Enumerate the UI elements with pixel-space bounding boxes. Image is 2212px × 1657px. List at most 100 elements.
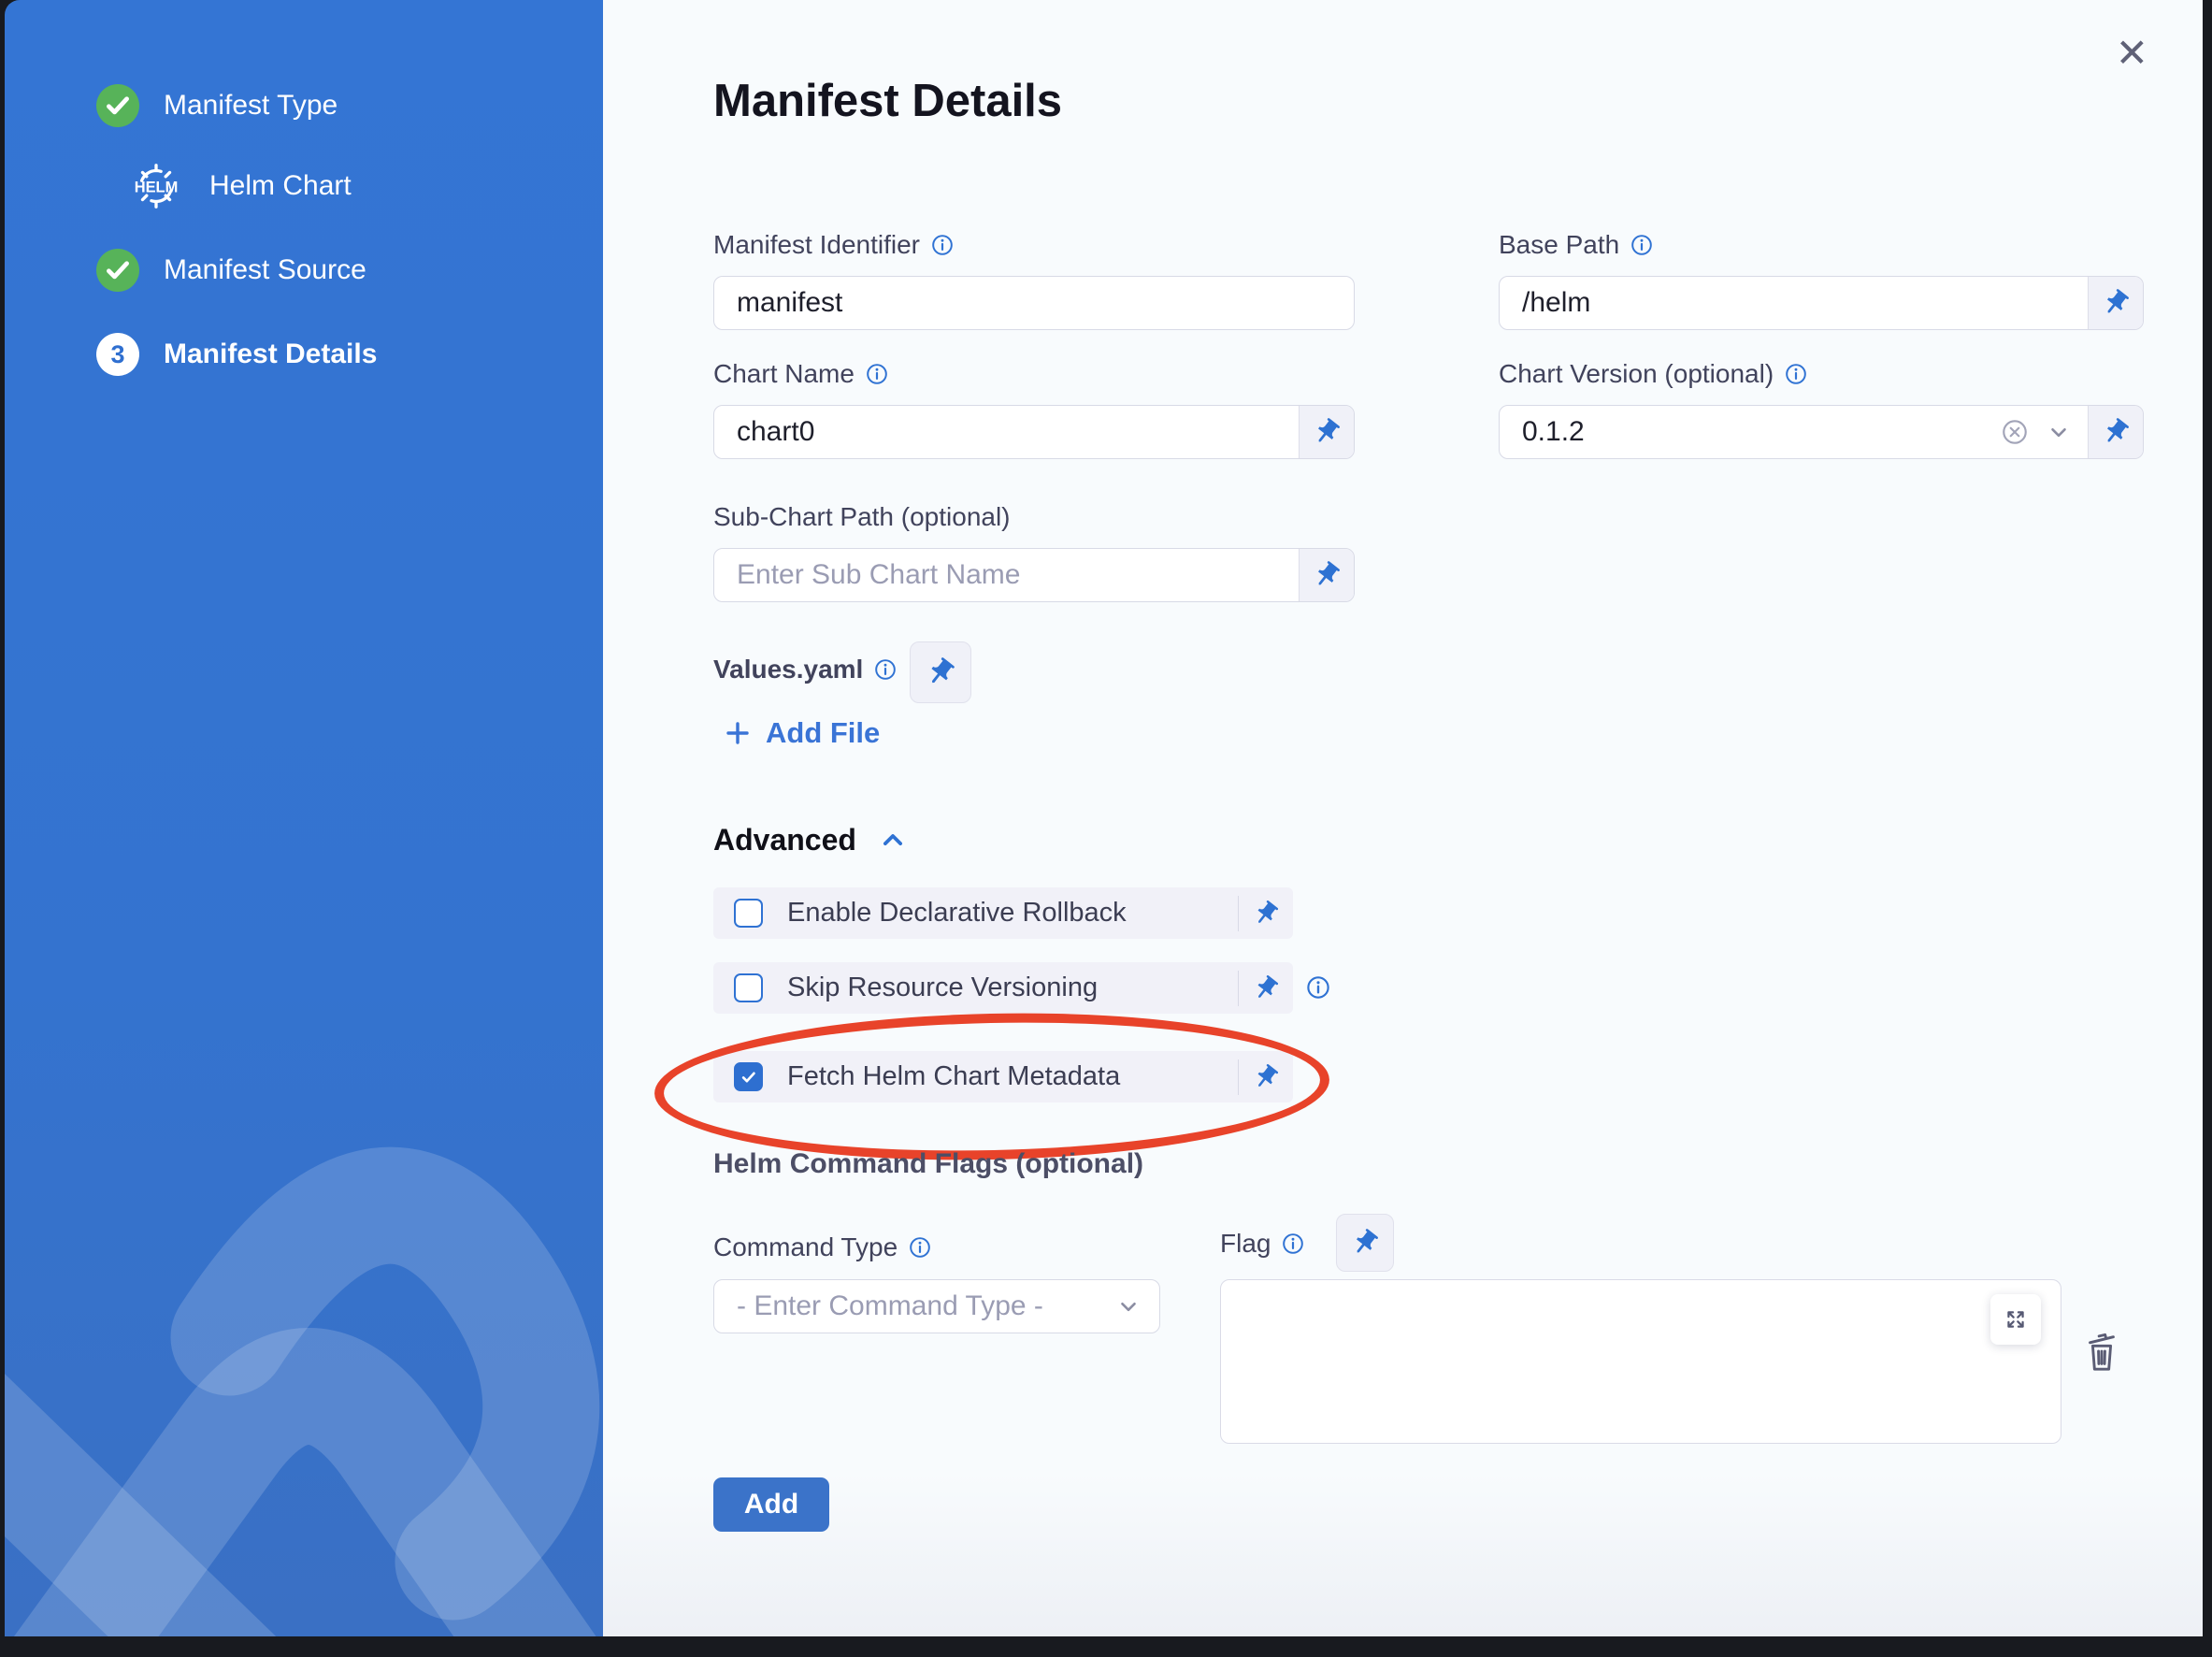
rollback-pin-button[interactable]	[1239, 900, 1293, 928]
label-text: Base Path	[1499, 230, 1619, 260]
base-path-field	[1499, 276, 2144, 330]
skip-resource-versioning-row: Skip Resource Versioning	[713, 962, 1293, 1014]
command-type-select[interactable]: - Enter Command Type -	[713, 1279, 1160, 1333]
pin-icon	[1252, 900, 1280, 928]
chart-version-pin-button[interactable]	[2088, 406, 2143, 458]
label-text: Chart Name	[713, 359, 855, 389]
skip-resource-versioning-checkbox[interactable]	[734, 973, 763, 1002]
helm-wheel-icon: HELM	[127, 157, 185, 215]
chevron-down-icon[interactable]	[2047, 420, 2071, 444]
pin-icon	[1312, 560, 1342, 590]
checkbox-label: Fetch Helm Chart Metadata	[787, 1061, 1120, 1092]
add-button[interactable]: Add	[713, 1477, 829, 1532]
check-icon	[740, 1068, 758, 1087]
info-icon[interactable]	[1282, 1232, 1304, 1255]
step-number-badge: 3	[96, 333, 139, 376]
label-text: Sub-Chart Path (optional)	[713, 502, 1011, 532]
flag-label: Flag	[1220, 1229, 1304, 1259]
flag-pin-button[interactable]	[1336, 1214, 1394, 1272]
chevron-down-icon	[1116, 1294, 1141, 1318]
pin-icon	[2101, 417, 2131, 447]
wizard-sidebar: Manifest Type HELM Helm Chart	[5, 0, 603, 1636]
sidebar-step-label: Manifest Source	[164, 254, 366, 286]
pin-icon	[1252, 974, 1280, 1002]
info-icon[interactable]	[866, 363, 888, 385]
label-text: Chart Version (optional)	[1499, 359, 1774, 389]
pin-icon	[2101, 288, 2131, 318]
chart-version-input[interactable]	[1500, 406, 1983, 458]
sub-chart-path-label: Sub-Chart Path (optional)	[713, 502, 1011, 532]
fetch-helm-chart-metadata-checkbox[interactable]	[734, 1062, 763, 1091]
check-circle-icon	[96, 249, 139, 292]
screenshot-frame: Manifest Type HELM Helm Chart	[0, 0, 2212, 1657]
check-circle-icon	[96, 84, 139, 127]
info-icon[interactable]	[909, 1236, 931, 1259]
add-file-button[interactable]: Add File	[725, 716, 880, 750]
helm-command-flags-label: Helm Command Flags (optional)	[713, 1148, 1143, 1180]
sidebar-step-manifest-type[interactable]: Manifest Type	[96, 84, 338, 127]
sidebar-item-label: Helm Chart	[209, 170, 352, 202]
label-text: Manifest Identifier	[713, 230, 920, 260]
sidebar-step-manifest-source[interactable]: Manifest Source	[96, 249, 366, 292]
add-file-label: Add File	[766, 716, 880, 750]
sidebar-step-label: Manifest Type	[164, 90, 338, 122]
pin-icon	[925, 656, 956, 688]
chart-name-pin-button[interactable]	[1299, 406, 1354, 458]
label-text: Command Type	[713, 1232, 898, 1262]
svg-text:HELM: HELM	[135, 179, 179, 195]
expand-editor-button[interactable]	[1990, 1294, 2041, 1345]
pin-icon	[1350, 1228, 1380, 1258]
chevron-up-icon	[877, 827, 909, 855]
advanced-section-toggle[interactable]: Advanced	[713, 823, 909, 857]
checkbox-label: Skip Resource Versioning	[787, 973, 1098, 1003]
sidebar-item-helm-chart[interactable]: HELM Helm Chart	[127, 157, 352, 215]
manifest-wizard-dialog: Manifest Type HELM Helm Chart	[5, 0, 2203, 1636]
sub-chart-path-pin-button[interactable]	[1299, 549, 1354, 601]
flag-textarea[interactable]	[1220, 1279, 2061, 1444]
plus-icon	[725, 720, 751, 746]
chart-version-label: Chart Version (optional)	[1499, 359, 1807, 389]
chart-name-input[interactable]	[714, 406, 1299, 458]
pin-icon	[1312, 417, 1342, 447]
close-icon[interactable]: ✕	[2116, 34, 2148, 73]
select-placeholder: - Enter Command Type -	[737, 1290, 1116, 1322]
fetch-helm-chart-metadata-row: Fetch Helm Chart Metadata	[713, 1051, 1293, 1102]
info-icon[interactable]	[1785, 363, 1807, 385]
skip-versioning-pin-button[interactable]	[1239, 974, 1293, 1002]
enable-declarative-rollback-row: Enable Declarative Rollback	[713, 887, 1293, 939]
pin-icon	[1252, 1063, 1280, 1091]
trash-icon	[2080, 1328, 2123, 1375]
base-path-label: Base Path	[1499, 230, 1653, 260]
chart-name-label: Chart Name	[713, 359, 888, 389]
manifest-identifier-label: Manifest Identifier	[713, 230, 954, 260]
page-title: Manifest Details	[713, 75, 1062, 127]
info-icon[interactable]	[931, 234, 954, 256]
checkbox-label: Enable Declarative Rollback	[787, 898, 1127, 929]
enable-declarative-rollback-checkbox[interactable]	[734, 899, 763, 928]
manifest-identifier-input[interactable]	[714, 277, 1354, 329]
info-icon[interactable]	[1630, 234, 1653, 256]
label-text: Flag	[1220, 1229, 1271, 1259]
manifest-details-panel: ✕ Manifest Details Manifest Identifier B…	[603, 0, 2203, 1636]
manifest-identifier-field	[713, 276, 1355, 330]
info-icon[interactable]	[874, 658, 897, 681]
chart-version-controls	[1983, 406, 2088, 458]
values-yaml-label: Values.yaml	[713, 655, 897, 684]
chart-name-field	[713, 405, 1355, 459]
info-icon[interactable]	[1306, 975, 1330, 1000]
advanced-label: Advanced	[713, 823, 856, 857]
values-yaml-pin-button[interactable]	[910, 641, 971, 703]
expand-icon	[2003, 1306, 2029, 1333]
brand-watermark	[5, 1038, 603, 1636]
base-path-pin-button[interactable]	[2088, 277, 2143, 329]
label-text: Values.yaml	[713, 655, 863, 684]
fetch-metadata-pin-button[interactable]	[1239, 1063, 1293, 1091]
sidebar-step-manifest-details[interactable]: 3 Manifest Details	[96, 333, 377, 376]
base-path-input[interactable]	[1500, 277, 2088, 329]
clear-icon[interactable]	[2000, 417, 2030, 447]
sidebar-step-label: Manifest Details	[164, 339, 377, 370]
sub-chart-path-field	[713, 548, 1355, 602]
sub-chart-path-input[interactable]	[714, 549, 1299, 601]
delete-flag-button[interactable]	[2080, 1328, 2123, 1375]
chart-version-field	[1499, 405, 2144, 459]
